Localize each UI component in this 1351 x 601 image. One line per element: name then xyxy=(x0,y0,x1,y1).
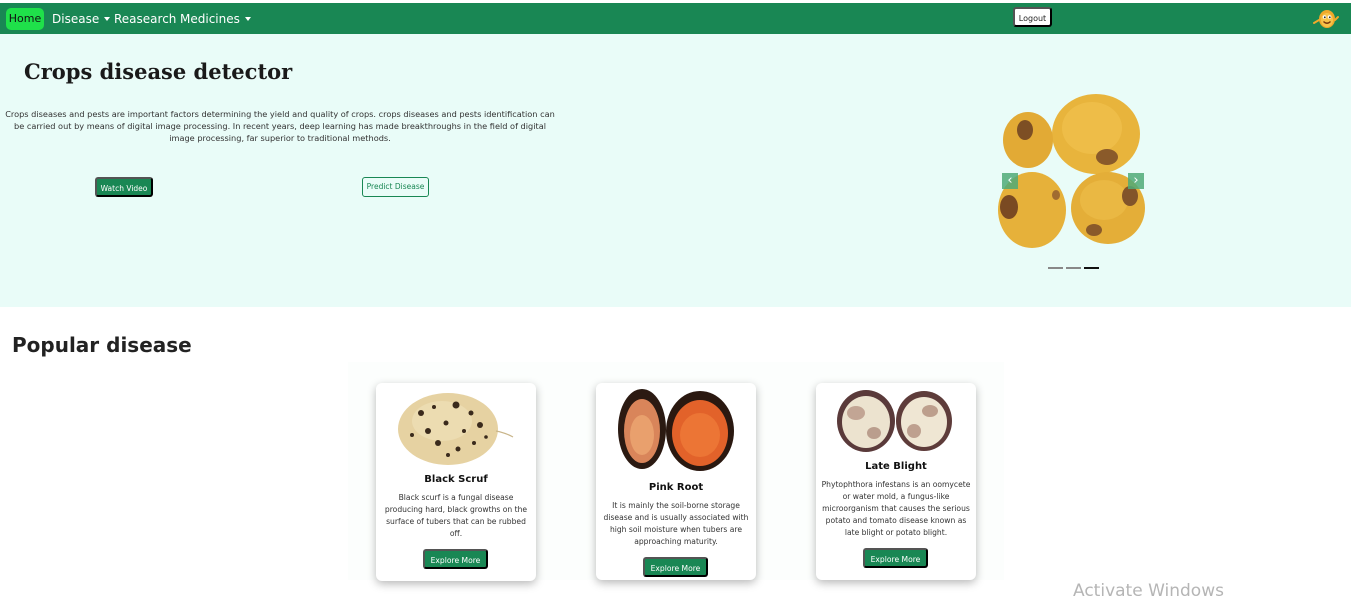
pink-root-image xyxy=(596,387,756,475)
chevron-right-icon: › xyxy=(1133,173,1139,188)
nav-disease-dropdown[interactable]: Disease xyxy=(52,8,111,30)
carousel-indicator-3[interactable] xyxy=(1084,267,1099,269)
caret-down-icon xyxy=(104,16,111,21)
hero-description: Crops diseases and pests are important f… xyxy=(5,109,555,143)
hero-section: Crops disease detector Crops diseases an… xyxy=(0,34,1351,307)
explore-more-button[interactable]: Explore More xyxy=(423,549,488,569)
disease-card-black-scurf: Black Scruf Black scurf is a fungal dise… xyxy=(376,383,536,581)
nav-medicines-label: Medicines xyxy=(180,12,240,26)
nav-disease-label: Disease xyxy=(52,12,100,26)
watch-video-button[interactable]: Watch Video xyxy=(95,177,153,197)
nav-home-link[interactable]: Home xyxy=(6,8,44,30)
card-title: Black Scruf xyxy=(424,474,488,485)
card-description: Phytophthora infestans is an oomycete or… xyxy=(821,480,971,537)
chevron-left-icon: ‹ xyxy=(1007,173,1013,188)
page-title: Crops disease detector xyxy=(24,59,293,84)
carousel-indicator-2[interactable] xyxy=(1066,267,1081,269)
nav-medicines-dropdown[interactable]: Medicines xyxy=(180,8,251,30)
disease-card-pink-root: Pink Root It is mainly the soil-borne st… xyxy=(596,383,756,580)
potato-mascot-icon[interactable] xyxy=(1313,8,1339,30)
explore-more-button[interactable]: Explore More xyxy=(643,557,708,577)
black-scurf-image xyxy=(376,391,536,469)
late-blight-image xyxy=(816,389,976,455)
nav-research-link[interactable]: Reasearch xyxy=(114,8,176,30)
logout-button[interactable]: Logout xyxy=(1013,7,1052,27)
disease-card-late-blight: Late Blight Phytophthora infestans is an… xyxy=(816,383,976,580)
card-description: Black scurf is a fungal disease producin… xyxy=(384,493,528,538)
carousel-next-button[interactable]: › xyxy=(1128,173,1144,189)
popular-disease-heading: Popular disease xyxy=(12,333,192,357)
explore-more-button[interactable]: Explore More xyxy=(863,548,928,568)
activate-windows-watermark: Activate Windows xyxy=(1073,581,1224,601)
card-title: Late Blight xyxy=(865,461,927,472)
predict-disease-button[interactable]: Predict Disease xyxy=(362,177,429,197)
carousel-prev-button[interactable]: ‹ xyxy=(1002,173,1018,189)
navbar: Home Disease Reasearch Medicines Logout xyxy=(0,3,1351,34)
card-title: Pink Root xyxy=(648,482,704,493)
carousel-image-potatoes xyxy=(996,92,1148,252)
card-description: It is mainly the soil-borne storage dise… xyxy=(603,501,749,546)
carousel-indicator-1[interactable] xyxy=(1048,267,1063,269)
caret-down-icon xyxy=(244,16,251,21)
